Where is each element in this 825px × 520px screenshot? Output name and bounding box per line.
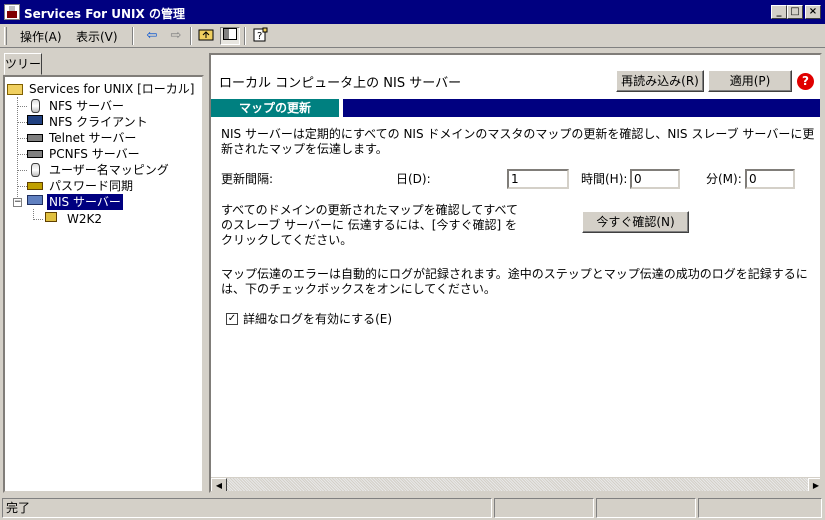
log-description: マップ伝達のエラーは自動的にログが記録されます。途中のステップとマップ伝達の成功… (221, 267, 808, 296)
computer-icon (27, 115, 43, 125)
network-icon (27, 134, 43, 142)
tree-connector (17, 170, 27, 171)
title-bar: Services For UNIX の管理 _ □ × (0, 0, 825, 24)
forward-arrow-icon[interactable]: ⇨ (166, 27, 186, 45)
tree-connector (17, 106, 27, 107)
collapse-expander[interactable]: − (13, 198, 22, 207)
app-icon[interactable] (4, 4, 20, 20)
section-header-bar: マップの更新 (211, 99, 820, 117)
reload-button[interactable]: 再読み込み(R) (616, 70, 704, 92)
hours-label: 時間(H): (581, 172, 628, 186)
menu-action[interactable]: 操作(A) (18, 28, 64, 45)
tree-connector (17, 122, 27, 123)
show-hide-tree-icon[interactable] (220, 27, 240, 45)
back-arrow-icon[interactable]: ⇦ (142, 27, 162, 45)
hours-field[interactable]: 0 (630, 169, 680, 189)
check-now-button[interactable]: 今すぐ確認(N) (582, 211, 689, 233)
network-icon (27, 150, 43, 158)
scroll-right-icon[interactable]: ▶ (808, 478, 820, 491)
verbose-log-checkbox[interactable]: ✓ (226, 313, 238, 325)
server-icon (45, 212, 57, 222)
maximize-button[interactable]: □ (787, 5, 803, 19)
status-bar: 完了 (0, 496, 825, 520)
tree-connector (17, 138, 27, 139)
apply-button[interactable]: 適用(P) (708, 70, 792, 92)
database-icon (31, 163, 40, 177)
confirm-description: すべてのドメインの更新されたマップを確認してすべてのスレーブ サーバーに 伝達す… (221, 203, 519, 247)
status-text: 完了 (2, 498, 492, 518)
interval-label: 更新間隔: (221, 172, 274, 186)
close-button[interactable]: × (805, 5, 821, 19)
description-text: NIS サーバーは定期的にすべての NIS ドメインのマスタのマップの更新を確認… (221, 127, 815, 156)
window-title: Services For UNIX の管理 (24, 7, 185, 21)
details-pane: ローカル コンピュータ上の NIS サーバー 再読み込み(R) 適用(P) ? … (208, 50, 825, 494)
menu-view[interactable]: 表示(V) (74, 28, 120, 45)
scroll-track[interactable] (227, 478, 808, 491)
nis-icon (27, 195, 43, 205)
main-window: Services For UNIX の管理 _ □ × 操作(A) 表示(V) … (0, 0, 825, 520)
status-panel (698, 498, 822, 518)
minutes-label: 分(M): (706, 172, 742, 186)
folder-icon (7, 84, 23, 95)
days-field[interactable]: 1 (507, 169, 569, 189)
horizontal-scrollbar[interactable]: ◀ ▶ (211, 477, 820, 491)
database-icon (31, 99, 40, 113)
tree-connector (33, 219, 43, 220)
up-folder-icon[interactable] (196, 27, 216, 45)
status-panel (494, 498, 594, 518)
key-icon (27, 182, 43, 190)
tab-map-update[interactable]: マップの更新 (211, 99, 339, 117)
verbose-log-label[interactable]: 詳細なログを有効にする(E) (243, 312, 392, 327)
days-label: 日(D): (396, 172, 431, 186)
help-book-icon[interactable]: ? (250, 27, 270, 45)
tree-connector (17, 154, 27, 155)
minimize-button[interactable]: _ (771, 5, 787, 19)
toolbar-separator (190, 27, 192, 45)
tree-view: − Services for UNIX [ローカル] NFS サーバー NFS … (3, 75, 204, 493)
tree-pane: ツリー − Services for UNIX [ローカル] NFS サーバー (0, 50, 206, 494)
minutes-field[interactable]: 0 (745, 169, 795, 189)
tab-tree[interactable]: ツリー (4, 53, 42, 75)
toolbar-separator (132, 27, 134, 45)
nis-server-panel: ローカル コンピュータ上の NIS サーバー 再読み込み(R) 適用(P) ? … (209, 53, 822, 493)
section-divider (339, 99, 343, 117)
toolbar-separator (244, 27, 246, 45)
svg-text:?: ? (257, 31, 262, 42)
status-panel (596, 498, 696, 518)
tree-connector (17, 186, 27, 187)
page-title: ローカル コンピュータ上の NIS サーバー (219, 76, 462, 91)
help-icon[interactable]: ? (797, 73, 814, 90)
scroll-left-icon[interactable]: ◀ (211, 478, 227, 491)
menu-toolbar: 操作(A) 表示(V) ⇦ ⇨ ? (0, 24, 825, 48)
menu-grip (4, 27, 7, 45)
